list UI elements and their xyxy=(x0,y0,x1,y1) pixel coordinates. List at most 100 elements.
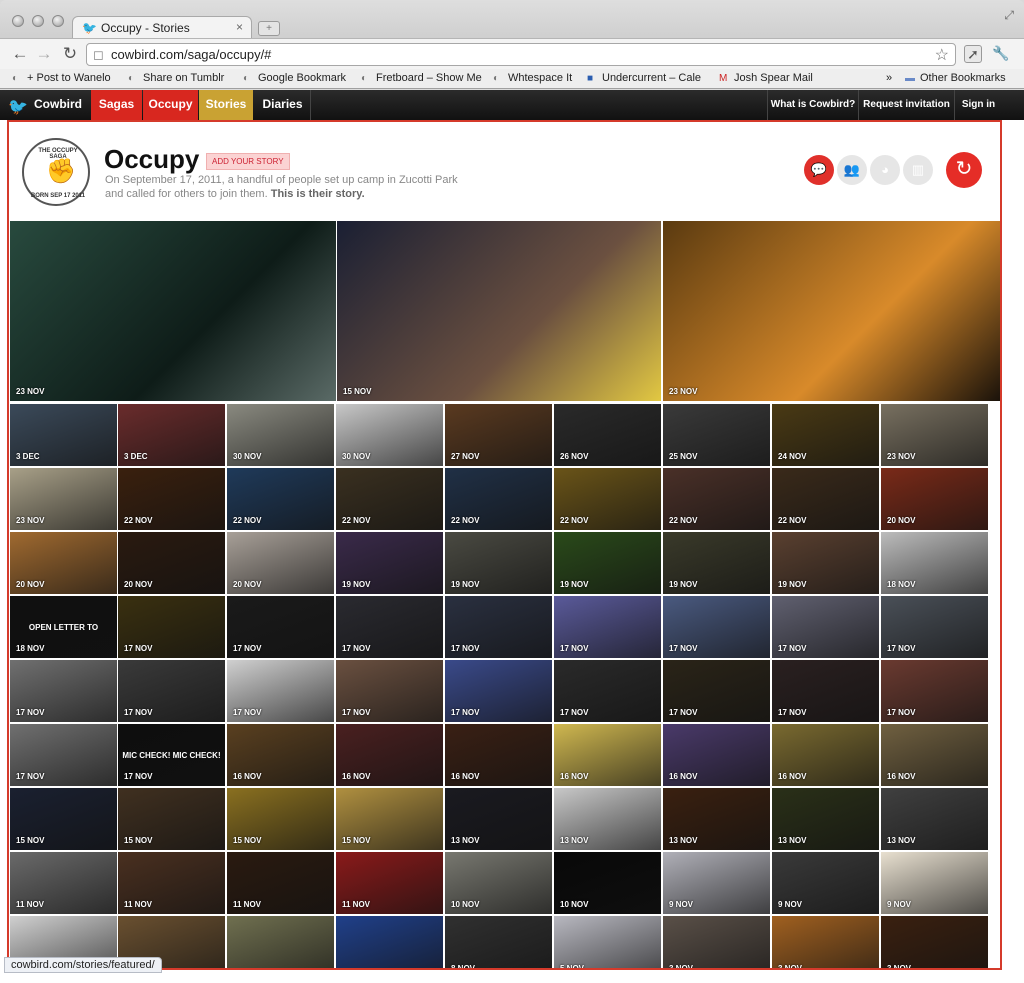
story-tile[interactable]: 13 NOV xyxy=(445,788,552,850)
story-tile[interactable]: 15 NOV xyxy=(118,788,225,850)
bookmark-item[interactable]: ◐ Fretboard – Show Me xyxy=(361,72,482,84)
globe-icon[interactable]: ◕ xyxy=(870,155,900,185)
story-tile[interactable]: 17 NOV xyxy=(772,660,879,722)
story-tile[interactable] xyxy=(227,916,334,968)
add-your-story-button[interactable]: ADD YOUR STORY xyxy=(206,153,290,170)
story-tile[interactable]: 24 NOV xyxy=(772,404,879,466)
story-tile[interactable]: 17 NOV xyxy=(118,660,225,722)
story-tile[interactable]: 17 NOV xyxy=(663,660,770,722)
story-tile[interactable]: 17 NOV xyxy=(10,660,117,722)
minimize-window-button[interactable] xyxy=(32,15,44,27)
bookmark-item[interactable]: ◐ Share on Tumblr xyxy=(128,72,224,84)
story-tile[interactable]: 5 NOV xyxy=(554,916,661,968)
back-arrow-icon[interactable]: ← xyxy=(10,44,30,64)
tab-occupy-stories[interactable]: 🐦 Occupy - Stories × xyxy=(72,16,252,39)
story-tile[interactable]: 22 NOV xyxy=(227,468,334,530)
nav-what-is-cowbird[interactable]: What is Cowbird? xyxy=(767,90,858,120)
nav-diaries[interactable]: Diaries xyxy=(255,90,311,120)
story-tile[interactable]: 17 NOV xyxy=(445,596,552,658)
fullscreen-icon[interactable]: ⤢ xyxy=(1004,8,1014,23)
bookmark-item[interactable]: M Josh Spear Mail xyxy=(719,72,813,84)
story-tile[interactable]: 22 NOV xyxy=(118,468,225,530)
story-tile[interactable]: 20 NOV xyxy=(10,532,117,594)
story-tile[interactable]: 16 NOV xyxy=(554,724,661,786)
story-tile[interactable]: 9 NOV xyxy=(663,852,770,914)
bookmark-item[interactable]: ◐ Whtespace It xyxy=(493,72,572,84)
tab-close-icon[interactable]: × xyxy=(236,20,243,34)
story-tile[interactable]: 16 NOV xyxy=(445,724,552,786)
story-tile[interactable]: 20 NOV xyxy=(227,532,334,594)
bookmark-item[interactable]: ■ Undercurrent – Cale xyxy=(587,72,701,84)
story-tile[interactable]: 16 NOV xyxy=(881,724,988,786)
story-tile[interactable]: 19 NOV xyxy=(554,532,661,594)
story-tile[interactable]: 16 NOV xyxy=(227,724,334,786)
story-tile[interactable]: 19 NOV xyxy=(445,532,552,594)
story-tile[interactable]: 17 NOV xyxy=(881,596,988,658)
nav-occupy[interactable]: Occupy xyxy=(143,90,198,120)
story-tile[interactable]: 16 NOV xyxy=(772,724,879,786)
story-tile[interactable]: 17 NOV xyxy=(118,596,225,658)
story-tile[interactable]: 22 NOV xyxy=(663,468,770,530)
story-tile[interactable]: 16 NOV xyxy=(336,724,443,786)
story-tile[interactable]: 11 NOV xyxy=(336,852,443,914)
story-tile[interactable]: 13 NOV xyxy=(881,788,988,850)
bookmark-star-icon[interactable]: ☆ xyxy=(935,45,949,65)
story-tile[interactable]: 3 NOV xyxy=(663,916,770,968)
story-tile[interactable]: 23 NOV xyxy=(10,468,117,530)
story-tile[interactable]: 20 NOV xyxy=(881,468,988,530)
story-tile[interactable]: 22 NOV xyxy=(445,468,552,530)
new-tab-button[interactable]: + xyxy=(258,21,280,36)
nav-request-invitation[interactable]: Request invitation xyxy=(858,90,954,120)
story-tile[interactable]: 17 NOV xyxy=(445,660,552,722)
zoom-window-button[interactable] xyxy=(52,15,64,27)
nav-sign-in[interactable]: Sign in xyxy=(954,90,1002,120)
story-tile[interactable]: 17 NOV xyxy=(772,596,879,658)
story-tile[interactable]: 17 NOV xyxy=(554,660,661,722)
story-tile[interactable]: 15 NOV xyxy=(227,788,334,850)
story-tile[interactable]: 17 NOV xyxy=(336,596,443,658)
story-tile[interactable]: 22 NOV xyxy=(336,468,443,530)
story-tile[interactable]: 17 NOV xyxy=(227,596,334,658)
nav-sagas[interactable]: Sagas xyxy=(91,90,142,120)
story-tile[interactable]: 17 NOV xyxy=(663,596,770,658)
close-window-button[interactable] xyxy=(12,15,24,27)
story-tile[interactable]: OPEN LETTER TO 18 NOV xyxy=(10,596,117,658)
story-tile[interactable]: 15 NOV xyxy=(336,788,443,850)
bookmark-item[interactable]: ◐ + Post to Wanelo xyxy=(12,72,111,84)
story-tile[interactable]: 13 NOV xyxy=(772,788,879,850)
story-tile[interactable]: 11 NOV xyxy=(10,852,117,914)
story-tile[interactable]: 19 NOV xyxy=(663,532,770,594)
address-bar[interactable]: ◻ cowbird.com/saga/occupy/# ☆ xyxy=(86,43,956,66)
story-tile[interactable]: 15 NOV xyxy=(10,788,117,850)
story-tile[interactable]: 10 NOV xyxy=(445,852,552,914)
story-tile[interactable] xyxy=(336,916,443,968)
story-tile[interactable]: 25 NOV xyxy=(663,404,770,466)
story-tile[interactable]: 17 NOV xyxy=(336,660,443,722)
story-tile[interactable]: 30 NOV xyxy=(336,404,443,466)
story-tile[interactable]: 3 DEC xyxy=(118,404,225,466)
cowbird-brand-menu[interactable]: 🐦 Cowbird ▾ xyxy=(6,90,86,139)
refresh-icon[interactable]: ↻ xyxy=(946,152,982,188)
more-bookmarks-chevron-icon[interactable]: » xyxy=(886,72,892,84)
people-icon[interactable]: 👥 xyxy=(837,155,867,185)
story-tile[interactable]: 3 NOV xyxy=(772,916,879,968)
story-tile[interactable]: 20 NOV xyxy=(118,532,225,594)
story-tile[interactable]: 13 NOV xyxy=(663,788,770,850)
story-tile[interactable]: 3 NOV xyxy=(881,916,988,968)
story-tile[interactable]: 8 NOV xyxy=(445,916,552,968)
story-tile[interactable]: 9 NOV xyxy=(772,852,879,914)
nav-stories[interactable]: Stories xyxy=(199,90,253,120)
story-tile[interactable]: 17 NOV xyxy=(10,724,117,786)
reload-icon[interactable]: ↻ xyxy=(60,44,80,64)
story-tile[interactable]: 19 NOV xyxy=(336,532,443,594)
story-tile[interactable]: 27 NOV xyxy=(445,404,552,466)
bookmark-item[interactable]: ◐ Google Bookmark xyxy=(243,72,346,84)
story-tile[interactable]: 17 NOV xyxy=(554,596,661,658)
featured-story-tile[interactable]: 23 NOV xyxy=(10,221,336,401)
story-tile[interactable]: 18 NOV xyxy=(881,532,988,594)
story-tile[interactable]: MIC CHECK! MIC CHECK! 17 NOV xyxy=(118,724,225,786)
story-tile[interactable]: 23 NOV xyxy=(881,404,988,466)
chart-icon[interactable]: ▥ xyxy=(903,155,933,185)
wrench-icon[interactable]: 🔧 xyxy=(992,45,1010,63)
story-tile[interactable]: 9 NOV xyxy=(881,852,988,914)
